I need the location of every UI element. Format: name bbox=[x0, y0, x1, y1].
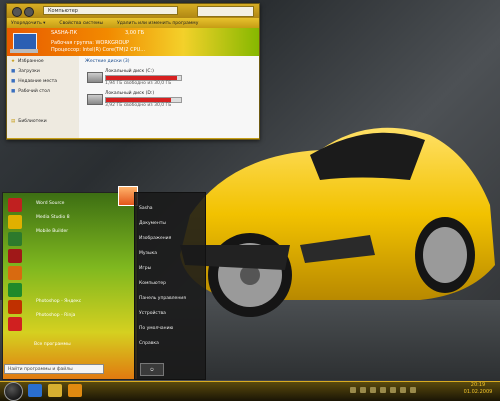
sidebar-item-libraries[interactable]: ▤ Библиотеки bbox=[7, 116, 79, 126]
system-tray bbox=[350, 385, 450, 395]
program-list: Word Source Media Studio 8 Mobile Builde… bbox=[30, 196, 132, 322]
power-icon: ⏻ bbox=[150, 367, 154, 372]
computer-info-banner: SASHA-ПК 3,00 ГБ Рабочая группа: WORKGRO… bbox=[7, 28, 259, 56]
forward-icon[interactable] bbox=[24, 7, 34, 17]
drive-name: Локальный диск (D:) bbox=[105, 91, 155, 96]
sidebar-item-downloads[interactable]: ■ Загрузки bbox=[7, 66, 79, 76]
drives-pane: Жесткие диски (3) Локальный диск (C:) 1,… bbox=[79, 56, 259, 138]
shutdown-button[interactable]: ⏻ bbox=[140, 363, 164, 376]
start-item-control-panel[interactable]: Панель управления bbox=[135, 291, 205, 306]
app-icon[interactable] bbox=[8, 283, 22, 297]
explorer-window: Компьютер Упорядочить ▾ Свойства системы… bbox=[6, 3, 260, 140]
app-icon[interactable] bbox=[8, 317, 22, 331]
explorer-toolbar: Упорядочить ▾ Свойства системы Удалить и… bbox=[7, 18, 259, 28]
sidebar-item-desktop[interactable]: ■ Рабочий стол bbox=[7, 86, 79, 96]
computer-keyboard-icon bbox=[10, 49, 38, 53]
start-menu-right: Sasha Документы Изображения Музыка Игры … bbox=[134, 192, 206, 380]
start-item-devices[interactable]: Устройства bbox=[135, 306, 205, 321]
start-search-input[interactable]: Найти программы и файлы bbox=[4, 364, 104, 374]
start-item-games[interactable]: Игры bbox=[135, 261, 205, 276]
section-header[interactable]: Жесткие диски (3) bbox=[79, 56, 259, 67]
app-icon[interactable] bbox=[8, 249, 22, 263]
media-player-icon[interactable] bbox=[68, 384, 82, 397]
toolbar-system-properties[interactable]: Свойства системы bbox=[59, 21, 103, 26]
network-icon[interactable] bbox=[410, 387, 416, 393]
hard-drive-icon bbox=[87, 94, 103, 105]
explorer-titlebar: Компьютер bbox=[7, 4, 259, 18]
program-item[interactable] bbox=[30, 280, 132, 294]
tray-icon[interactable] bbox=[370, 387, 376, 393]
workgroup-text: Рабочая группа: WORKGROUP bbox=[51, 40, 130, 46]
drive-usage-fill bbox=[106, 98, 172, 102]
program-item[interactable] bbox=[30, 238, 132, 252]
tray-icon[interactable] bbox=[350, 387, 356, 393]
program-item[interactable] bbox=[30, 252, 132, 266]
app-icon[interactable] bbox=[8, 300, 22, 314]
start-item-computer[interactable]: Компьютер bbox=[135, 276, 205, 291]
tray-icon[interactable] bbox=[360, 387, 366, 393]
toolbar-uninstall[interactable]: Удалить или изменить программу bbox=[117, 21, 198, 26]
drive-usage-fill bbox=[106, 76, 177, 80]
sidebar-item-recent[interactable]: ■ Недавние места bbox=[7, 76, 79, 86]
program-item[interactable]: Photoshop - Яндекс bbox=[30, 294, 132, 308]
program-item[interactable] bbox=[30, 266, 132, 280]
app-icon[interactable] bbox=[8, 198, 22, 212]
back-icon[interactable] bbox=[12, 7, 22, 17]
start-item-documents[interactable]: Документы bbox=[135, 216, 205, 231]
address-bar[interactable]: Компьютер bbox=[43, 6, 178, 15]
start-item-defaults[interactable]: По умолчанию bbox=[135, 321, 205, 336]
start-item-music[interactable]: Музыка bbox=[135, 246, 205, 261]
ie-icon[interactable] bbox=[28, 384, 42, 397]
drive-free-text: 3,92 ГБ свободно из 30,0 ГБ bbox=[105, 103, 172, 108]
all-programs-button[interactable]: Все программы bbox=[30, 339, 134, 349]
app-icon[interactable] bbox=[8, 215, 22, 229]
tray-icon[interactable] bbox=[380, 387, 386, 393]
app-icon[interactable] bbox=[8, 232, 22, 246]
program-item[interactable]: Mobile Builder bbox=[30, 224, 132, 238]
hard-drive-icon bbox=[87, 72, 103, 83]
volume-icon[interactable] bbox=[400, 387, 406, 393]
start-item-pictures[interactable]: Изображения bbox=[135, 231, 205, 246]
program-item[interactable]: Word Source bbox=[30, 196, 132, 210]
pinned-icons bbox=[4, 196, 26, 334]
toolbar-organize[interactable]: Упорядочить ▾ bbox=[11, 21, 45, 26]
cpu-text: Процессор: Intel(R) Core(TM)2 CPU... bbox=[51, 47, 146, 53]
tray-icon[interactable] bbox=[390, 387, 396, 393]
start-item-help[interactable]: Справка bbox=[135, 336, 205, 351]
drive-name: Локальный диск (C:) bbox=[105, 69, 154, 74]
clock[interactable]: 20:19 01.02.2009 bbox=[458, 382, 498, 398]
drive-d[interactable]: Локальный диск (D:) 3,92 ГБ свободно из … bbox=[85, 91, 253, 111]
clock-time: 20:19 bbox=[470, 382, 486, 388]
search-input[interactable] bbox=[197, 6, 254, 17]
program-item[interactable]: Photoshop - Rinja bbox=[30, 308, 132, 322]
drive-c[interactable]: Локальный диск (C:) 1,94 ГБ свободно из … bbox=[85, 69, 253, 89]
start-item-user[interactable]: Sasha bbox=[135, 201, 205, 216]
folder-icon[interactable] bbox=[48, 384, 62, 397]
memory-value: 3,00 ГБ bbox=[125, 30, 145, 36]
app-icon[interactable] bbox=[8, 266, 22, 280]
sidebar-item-favorites[interactable]: ★ Избранное bbox=[7, 56, 79, 66]
start-orb-icon[interactable] bbox=[4, 382, 23, 401]
clock-date: 01.02.2009 bbox=[463, 389, 493, 395]
program-item[interactable]: Media Studio 8 bbox=[30, 210, 132, 224]
computer-name: SASHA-ПК bbox=[51, 30, 78, 36]
navigation-pane: ★ Избранное ■ Загрузки ■ Недавние места ■ Ра… bbox=[7, 56, 79, 138]
drive-free-text: 1,94 ГБ свободно из 30,0 ГБ bbox=[105, 81, 172, 86]
